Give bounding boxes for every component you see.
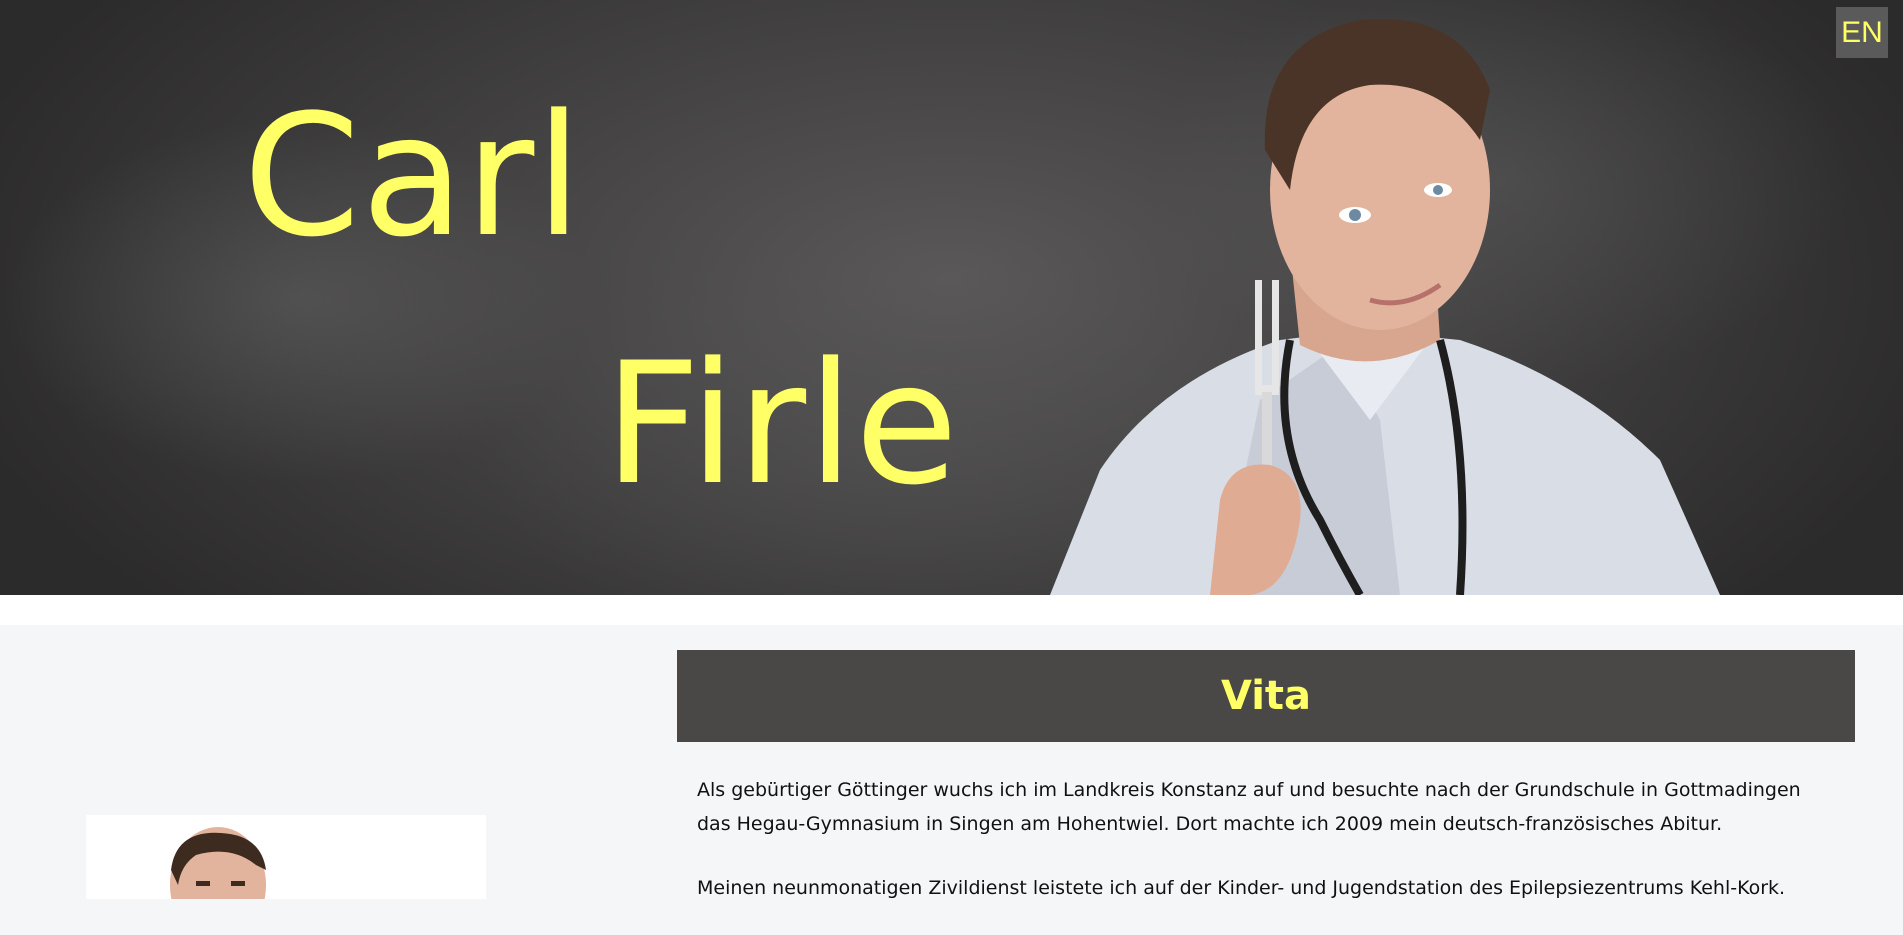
hero-first-name: Carl	[243, 78, 583, 274]
language-toggle-button[interactable]: EN	[1836, 7, 1888, 58]
hero-last-name: Firle	[604, 326, 960, 522]
hero-banner: Carl Firle EN	[0, 0, 1903, 595]
portrait-photo-icon	[170, 827, 266, 899]
vita-header-bar: Vita	[677, 650, 1855, 742]
vita-title: Vita	[1220, 673, 1312, 719]
vita-text: Als gebürtiger Göttinger wuchs ich im La…	[697, 773, 1837, 935]
vita-paragraph: Meinen neunmonatigen Zivildienst leistet…	[697, 877, 1786, 899]
sidebar-portrait-photo	[86, 815, 486, 899]
section-divider	[0, 595, 1903, 625]
doctor-portrait-image	[1050, 18, 1720, 595]
vita-paragraph: Als gebürtiger Göttinger wuchs ich im La…	[697, 779, 1801, 835]
